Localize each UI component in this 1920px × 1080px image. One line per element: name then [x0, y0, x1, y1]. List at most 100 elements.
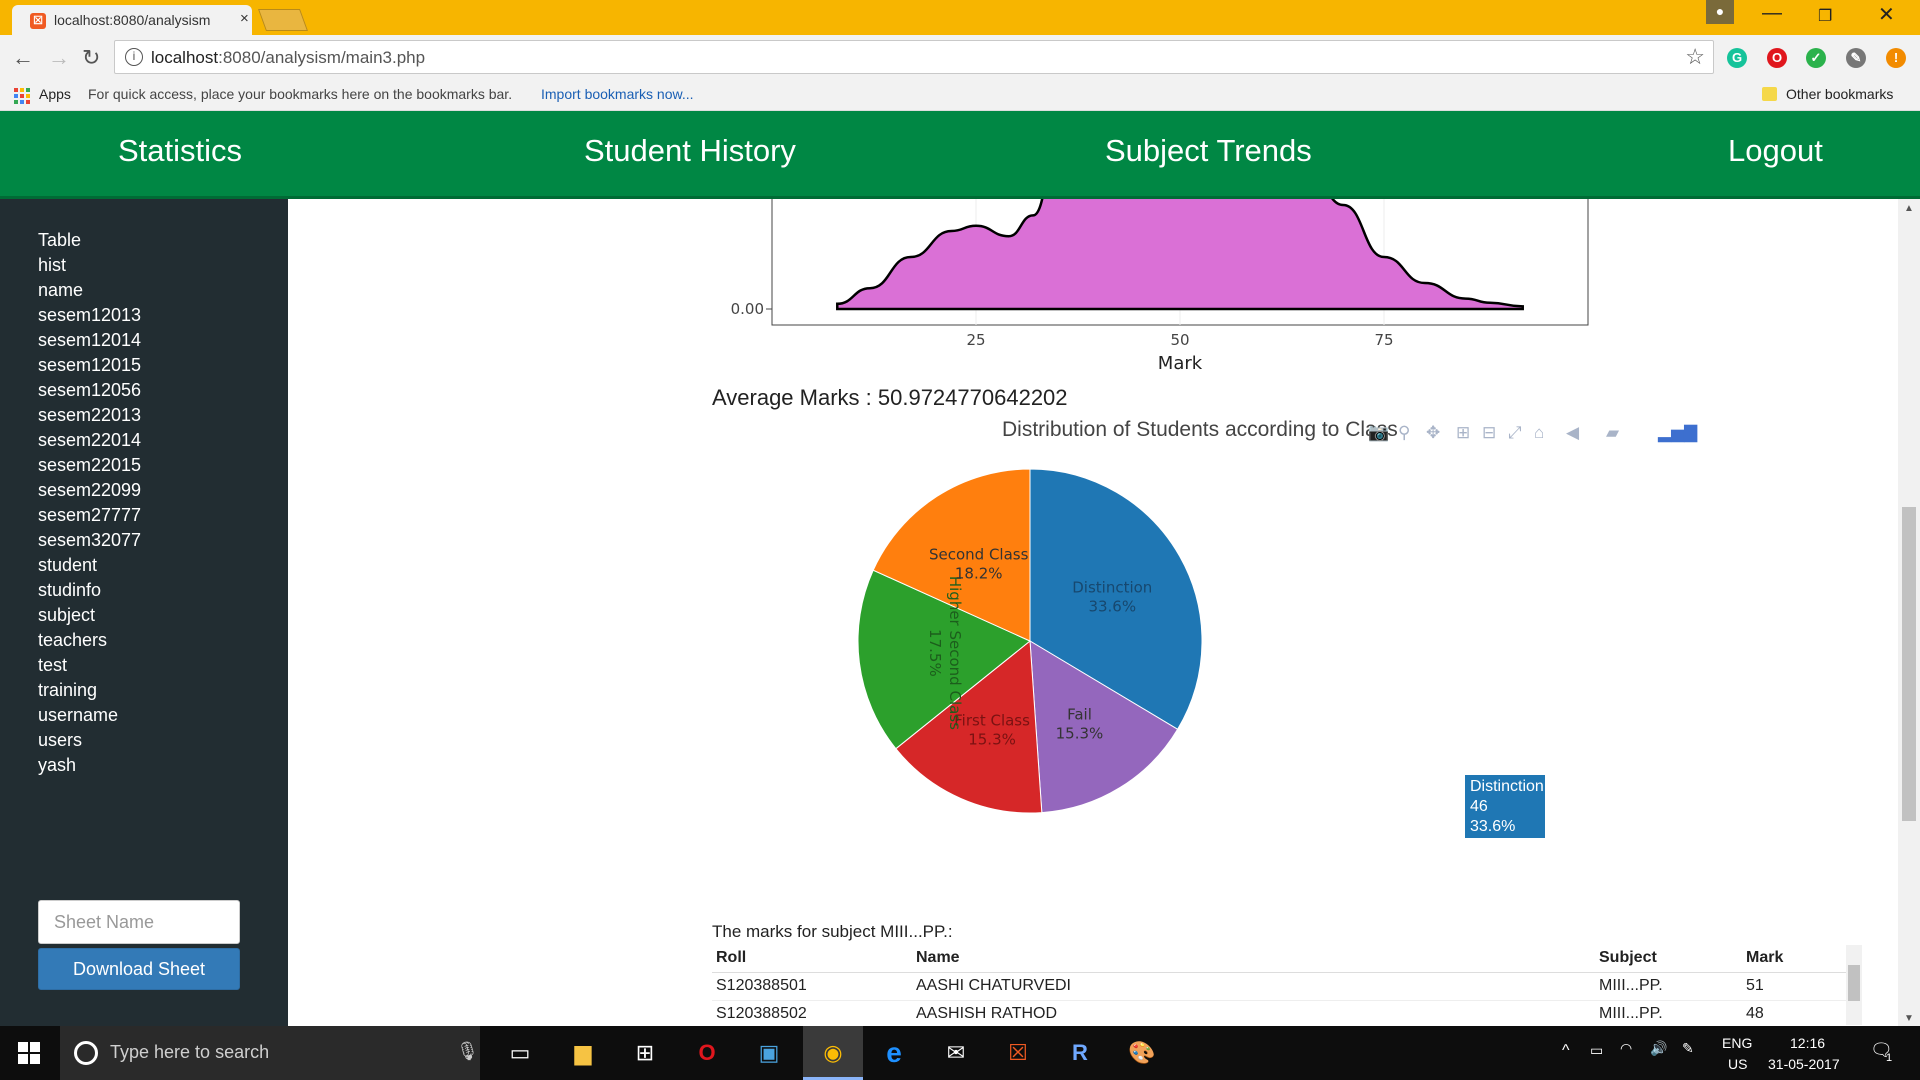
zoom-icon[interactable]: ⚲ — [1398, 423, 1410, 443]
sidebar-item-sesem22013[interactable]: sesem22013 — [38, 405, 141, 430]
table-scroll-thumb[interactable] — [1848, 965, 1860, 1001]
table-scrollbar[interactable] — [1846, 945, 1862, 1025]
sidebar-item-yash[interactable]: yash — [38, 755, 141, 780]
sidebar-item-training[interactable]: training — [38, 680, 141, 705]
sidebar-item-sesem12015[interactable]: sesem12015 — [38, 355, 141, 380]
reset-axes-icon[interactable]: ⌂ — [1534, 423, 1544, 443]
language-top[interactable]: ENG — [1722, 1035, 1752, 1051]
sidebar-item-sesem12013[interactable]: sesem12013 — [38, 305, 141, 330]
other-bookmarks-link[interactable]: Other bookmarks — [1786, 86, 1893, 102]
col-header-mark[interactable]: Mark — [1742, 945, 1846, 973]
plotly-logo-icon[interactable]: ▂▅▇ — [1658, 423, 1697, 443]
pen-icon[interactable]: ✎ — [1682, 1040, 1694, 1057]
pie-slice-label: First Class — [954, 712, 1030, 730]
clock-time[interactable]: 12:16 — [1790, 1035, 1825, 1051]
scroll-down-icon[interactable]: ▼ — [1904, 1013, 1914, 1024]
sidebar-item-sesem12014[interactable]: sesem12014 — [38, 330, 141, 355]
eyedropper-icon[interactable]: ✎ — [1846, 48, 1866, 68]
cortana-icon[interactable] — [74, 1041, 98, 1065]
mail-icon[interactable]: ✉ — [936, 1035, 976, 1071]
pan-icon[interactable]: ✥ — [1426, 423, 1440, 443]
sheet-name-input[interactable] — [38, 900, 240, 944]
windows-start-icon[interactable] — [18, 1042, 40, 1064]
sidebar-item-sesem27777[interactable]: sesem27777 — [38, 505, 141, 530]
autoscale-icon[interactable]: ⤢ — [1508, 423, 1522, 443]
sidebar-item-sesem12056[interactable]: sesem12056 — [38, 380, 141, 405]
nav-logout[interactable]: Logout — [1728, 133, 1823, 169]
clock-date[interactable]: 31-05-2017 — [1768, 1056, 1840, 1072]
remote-desktop-icon[interactable]: ▣ — [749, 1035, 789, 1071]
pie-slice-label: Fail — [1067, 706, 1092, 724]
apps-link[interactable]: Apps — [39, 86, 71, 102]
nav-subject-trends[interactable]: Subject Trends — [1105, 133, 1312, 169]
check-extension-icon[interactable]: ✓ — [1806, 48, 1826, 68]
minimize-icon[interactable]: — — [1762, 2, 1782, 25]
sidebar-item-username[interactable]: username — [38, 705, 141, 730]
forward-icon[interactable]: → — [48, 45, 70, 71]
profile-icon[interactable]: ● — [1706, 0, 1734, 24]
col-header-name[interactable]: Name — [912, 945, 1595, 973]
zoom-out-icon[interactable]: ⊟ — [1482, 423, 1496, 443]
sidebar-item-hist[interactable]: hist — [38, 255, 141, 280]
back-icon[interactable]: ← — [12, 45, 34, 71]
sidebar-item-sesem22015[interactable]: sesem22015 — [38, 455, 141, 480]
page-scroll-thumb[interactable] — [1902, 507, 1916, 821]
reload-icon[interactable]: ↻ — [82, 45, 100, 71]
chrome-taskbar-icon[interactable]: ◉ — [813, 1035, 853, 1071]
xampp-icon[interactable]: ☒ — [998, 1035, 1038, 1071]
sidebar-item-sesem32077[interactable]: sesem32077 — [38, 530, 141, 555]
sidebar-item-table[interactable]: Table — [38, 230, 141, 255]
sidebar-item-student[interactable]: student — [38, 555, 141, 580]
col-header-roll[interactable]: Roll — [712, 945, 912, 973]
cell-subject: MIII...PP. — [1595, 972, 1742, 1001]
spike-lines-icon[interactable]: ◀ — [1566, 423, 1579, 443]
task-view-icon[interactable]: ▭ — [500, 1035, 540, 1071]
sidebar-item-subject[interactable]: subject — [38, 605, 141, 630]
col-header-subject[interactable]: Subject — [1595, 945, 1742, 973]
grammarly-icon[interactable]: G — [1727, 48, 1747, 68]
volume-icon[interactable]: 🔊 — [1650, 1040, 1667, 1057]
top-navbar: Statistics Student History Subject Trend… — [0, 111, 1920, 199]
new-tab-button[interactable] — [257, 9, 309, 31]
scroll-up-icon[interactable]: ▲ — [1904, 203, 1914, 214]
nav-statistics[interactable]: Statistics — [118, 133, 242, 169]
opera-taskbar-icon[interactable]: O — [687, 1035, 727, 1071]
apps-grid-icon[interactable] — [14, 88, 30, 104]
camera-icon[interactable]: 📷 — [1368, 423, 1389, 443]
sidebar-item-studinfo[interactable]: studinfo — [38, 580, 141, 605]
r-studio-icon[interactable]: R — [1060, 1035, 1100, 1071]
tab-close-icon[interactable]: × — [240, 10, 249, 27]
nav-student-history[interactable]: Student History — [584, 133, 796, 169]
zoom-in-icon[interactable]: ⊞ — [1456, 423, 1470, 443]
language-bottom[interactable]: US — [1728, 1056, 1747, 1072]
address-bar[interactable]: i localhost:8080/analysism/main3.php ☆ — [114, 40, 1714, 74]
wifi-icon[interactable]: ◠ — [1620, 1040, 1632, 1057]
compare-data-icon[interactable]: ▰ — [1606, 423, 1619, 443]
edge-icon[interactable]: e — [874, 1035, 914, 1071]
download-sheet-button[interactable]: Download Sheet — [38, 948, 240, 990]
opera-icon[interactable]: O — [1767, 48, 1787, 68]
restore-icon[interactable]: ❐ — [1818, 6, 1832, 26]
file-explorer-icon[interactable]: ▆ — [563, 1035, 603, 1071]
microphone-icon[interactable]: 🎙 — [456, 1041, 479, 1062]
sidebar-item-users[interactable]: users — [38, 730, 141, 755]
battery-icon[interactable]: ▭ — [1590, 1042, 1603, 1059]
info-icon[interactable]: i — [125, 48, 143, 66]
sidebar-item-sesem22099[interactable]: sesem22099 — [38, 480, 141, 505]
bookmark-star-icon[interactable]: ☆ — [1685, 44, 1705, 70]
tooltip-count: 46 — [1470, 798, 1488, 815]
paint-icon[interactable]: 🎨 — [1122, 1035, 1162, 1071]
page-scrollbar[interactable]: ▲ ▼ — [1898, 199, 1920, 1026]
store-icon[interactable]: ⊞ — [625, 1035, 665, 1071]
close-window-icon[interactable]: ✕ — [1878, 2, 1895, 27]
taskbar-search-box[interactable]: Type here to search 🎙 — [60, 1026, 480, 1080]
folder-icon — [1762, 87, 1777, 101]
sidebar-item-teachers[interactable]: teachers — [38, 630, 141, 655]
import-bookmarks-link[interactable]: Import bookmarks now... — [541, 86, 694, 102]
sidebar-item-sesem22014[interactable]: sesem22014 — [38, 430, 141, 455]
tray-chevron-icon[interactable]: ^ — [1562, 1042, 1570, 1060]
browser-tab-active[interactable]: ☒ localhost:8080/analysism × — [12, 5, 252, 35]
sidebar-item-name[interactable]: name — [38, 280, 141, 305]
update-alert-icon[interactable]: ! — [1886, 48, 1906, 68]
sidebar-item-test[interactable]: test — [38, 655, 141, 680]
